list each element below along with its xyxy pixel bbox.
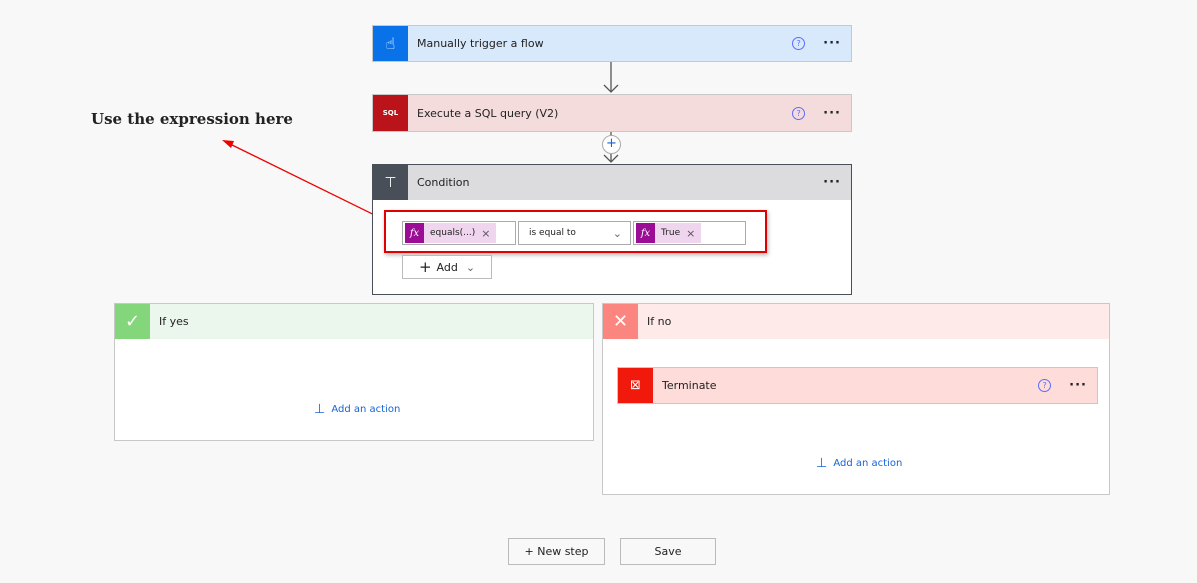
help-icon[interactable]: ? [1038, 379, 1052, 392]
add-action-label: Add an action [833, 458, 903, 469]
if-yes-title: If yes [159, 315, 189, 328]
if-no-branch: ✕ If no ⊠ Terminate ? ··· ⊥ Add an action [602, 303, 1110, 495]
trigger-card[interactable]: ☝ Manually trigger a flow ? ··· [372, 25, 852, 62]
terminate-title: Terminate [662, 379, 717, 392]
more-options-icon[interactable]: ··· [823, 175, 841, 190]
highlight-box [384, 210, 767, 253]
touch-icon: ☝ [373, 26, 408, 61]
sql-card[interactable]: SQL Execute a SQL query (V2) ? ··· [372, 94, 852, 132]
help-icon[interactable]: ? [792, 106, 806, 120]
trigger-title: Manually trigger a flow [417, 37, 544, 50]
sql-title: Execute a SQL query (V2) [417, 106, 559, 120]
add-condition-button[interactable]: + Add ⌄ [402, 255, 492, 279]
add-label: Add [436, 260, 458, 274]
condition-title: Condition [417, 176, 470, 189]
sql-icon: SQL [373, 95, 408, 131]
terminate-icon: ⊠ [618, 368, 653, 403]
more-options-icon[interactable]: ··· [1069, 378, 1087, 393]
more-options-icon[interactable]: ··· [823, 106, 841, 121]
if-no-title: If no [647, 315, 672, 328]
add-action-label: Add an action [331, 404, 401, 415]
more-options-icon[interactable]: ··· [823, 36, 841, 51]
new-step-button[interactable]: + New step [508, 538, 605, 565]
if-yes-branch: ✓ If yes ⊥ Add an action [114, 303, 594, 441]
plus-icon: + [418, 258, 432, 276]
save-button[interactable]: Save [620, 538, 716, 565]
insert-step-button[interactable]: + [602, 135, 621, 154]
add-action-link[interactable]: ⊥ Add an action [314, 402, 400, 417]
check-icon: ✓ [115, 304, 150, 339]
help-icon[interactable]: ? [792, 37, 806, 50]
add-action-link[interactable]: ⊥ Add an action [816, 456, 902, 471]
chevron-down-icon: ⌄ [465, 260, 476, 274]
add-action-icon: ⊥ [314, 402, 326, 417]
add-action-icon: ⊥ [816, 456, 828, 471]
terminate-card[interactable]: ⊠ Terminate ? ··· [617, 367, 1098, 404]
condition-icon: ⊤ [373, 165, 408, 200]
close-icon: ✕ [603, 304, 638, 339]
